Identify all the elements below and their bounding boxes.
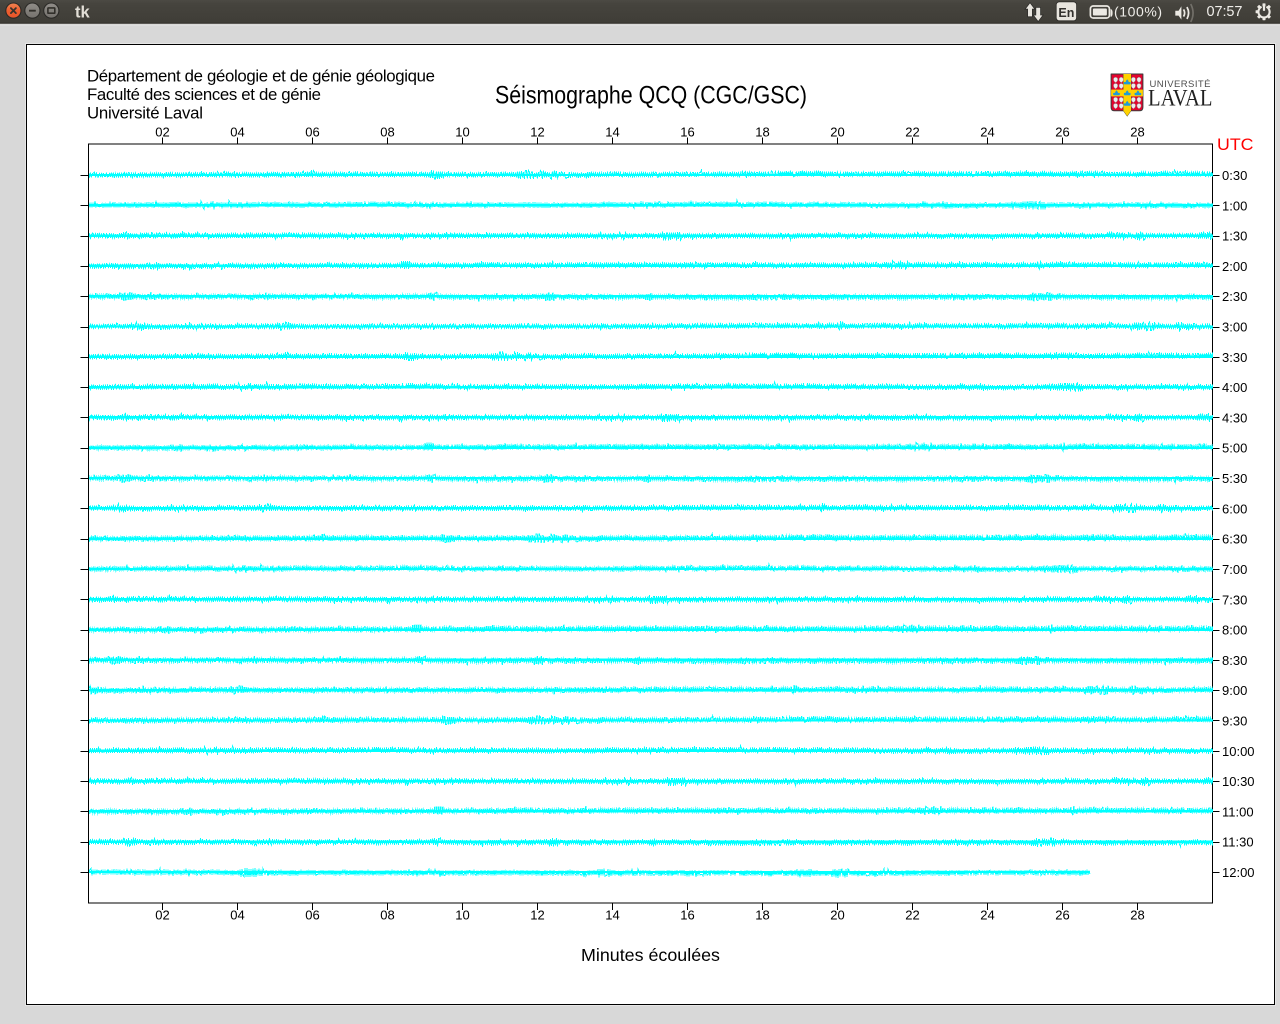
svg-text:12:00: 12:00 (1222, 865, 1255, 880)
svg-text:5:00: 5:00 (1222, 441, 1247, 456)
svg-text:18: 18 (755, 125, 769, 140)
svg-text:9:30: 9:30 (1222, 714, 1247, 729)
svg-text:UTC: UTC (1217, 135, 1254, 154)
svg-text:8:30: 8:30 (1222, 653, 1247, 668)
svg-text:8:00: 8:00 (1222, 623, 1247, 638)
svg-text:3:00: 3:00 (1222, 320, 1247, 335)
svg-text:9:00: 9:00 (1222, 683, 1247, 698)
svg-text:26: 26 (1055, 908, 1069, 923)
svg-text:14: 14 (605, 908, 619, 923)
svg-text:10:30: 10:30 (1222, 774, 1255, 789)
svg-text:16: 16 (680, 908, 694, 923)
svg-text:04: 04 (230, 125, 244, 140)
svg-text:02: 02 (155, 908, 169, 923)
svg-text:18: 18 (755, 908, 769, 923)
svg-text:20: 20 (830, 908, 844, 923)
svg-text:5:30: 5:30 (1222, 471, 1247, 486)
svg-text:1:30: 1:30 (1222, 229, 1247, 244)
svg-text:Séismographe QCQ (CGC/GSC): Séismographe QCQ (CGC/GSC) (495, 82, 807, 110)
svg-text:4:00: 4:00 (1222, 380, 1247, 395)
svg-text:0:30: 0:30 (1222, 168, 1247, 183)
svg-text:14: 14 (605, 125, 619, 140)
svg-text:08: 08 (380, 908, 394, 923)
svg-text:6:30: 6:30 (1222, 532, 1247, 547)
svg-text:2:30: 2:30 (1222, 289, 1247, 304)
svg-text:06: 06 (305, 908, 319, 923)
svg-text:22: 22 (905, 908, 919, 923)
svg-text:11:00: 11:00 (1222, 804, 1254, 819)
svg-text:4:30: 4:30 (1222, 410, 1247, 425)
svg-text:2:00: 2:00 (1222, 259, 1247, 274)
svg-text:08: 08 (380, 125, 394, 140)
svg-text:04: 04 (230, 908, 244, 923)
svg-text:Département de géologie et de: Département de géologie et de génie géol… (87, 66, 435, 85)
svg-text:12: 12 (530, 125, 544, 140)
svg-text:24: 24 (980, 125, 994, 140)
svg-text:Faculté des sciences et de gén: Faculté des sciences et de génie (87, 85, 321, 104)
svg-text:3:30: 3:30 (1222, 350, 1247, 365)
svg-text:02: 02 (155, 125, 169, 140)
svg-text:10:00: 10:00 (1222, 744, 1255, 759)
svg-text:26: 26 (1055, 125, 1069, 140)
svg-text:LAVAL: LAVAL (1148, 85, 1213, 111)
svg-text:28: 28 (1130, 908, 1144, 923)
svg-text:20: 20 (830, 125, 844, 140)
svg-text:22: 22 (905, 125, 919, 140)
svg-text:7:30: 7:30 (1222, 592, 1247, 607)
svg-text:1:00: 1:00 (1222, 198, 1247, 213)
svg-text:11:30: 11:30 (1222, 835, 1254, 850)
svg-text:06: 06 (305, 125, 319, 140)
svg-text:12: 12 (530, 908, 544, 923)
svg-text:Minutes écoulées: Minutes écoulées (581, 945, 720, 965)
svg-text:7:00: 7:00 (1222, 562, 1247, 577)
svg-text:28: 28 (1130, 125, 1144, 140)
svg-text:16: 16 (680, 125, 694, 140)
svg-text:10: 10 (455, 125, 469, 140)
svg-text:6:00: 6:00 (1222, 501, 1247, 516)
svg-text:Université Laval: Université Laval (87, 104, 203, 123)
svg-text:10: 10 (455, 908, 469, 923)
svg-text:24: 24 (980, 908, 994, 923)
